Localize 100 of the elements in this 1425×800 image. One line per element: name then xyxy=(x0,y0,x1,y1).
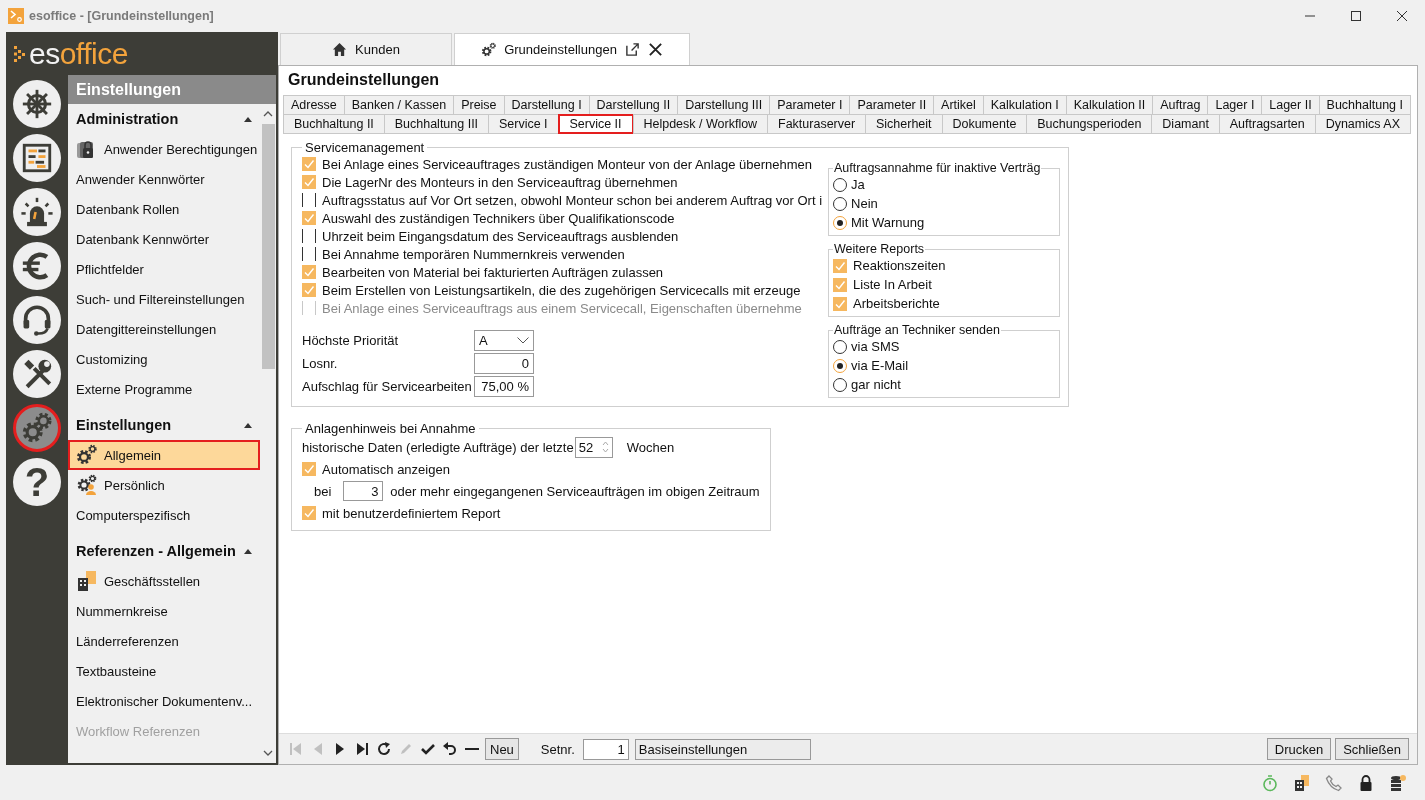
scroll-up-icon[interactable] xyxy=(263,111,273,117)
section-title[interactable]: Administration xyxy=(76,111,179,127)
sidebar-item[interactable]: Customizing xyxy=(68,344,260,374)
settings-tab[interactable]: Buchungsperioden xyxy=(1026,114,1153,134)
new-button[interactable]: Neu xyxy=(485,738,519,760)
text-field[interactable]: Basiseinstellungen xyxy=(634,738,811,760)
sidebar-item[interactable]: Computerspezifisch xyxy=(68,500,260,530)
settings-tab[interactable]: Parameter II xyxy=(849,95,935,115)
settings-tab[interactable]: Parameter I xyxy=(769,95,851,115)
scroll-down-icon[interactable] xyxy=(263,750,273,756)
collapse-icon[interactable] xyxy=(244,116,252,122)
settings-tab[interactable]: Artikel xyxy=(933,95,984,115)
maximize-icon[interactable] xyxy=(1350,10,1362,22)
siren-icon[interactable] xyxy=(13,188,61,236)
checkbox[interactable] xyxy=(302,247,316,261)
settings-tab[interactable]: Service II xyxy=(557,114,634,134)
number-field[interactable]: 0 xyxy=(474,352,534,374)
last-icon[interactable] xyxy=(354,741,370,757)
checkbox[interactable] xyxy=(302,175,316,189)
close-icon[interactable] xyxy=(1396,10,1408,22)
phone-icon[interactable] xyxy=(1325,773,1343,792)
helm-icon[interactable] xyxy=(13,80,61,128)
spin-field[interactable]: 52 xyxy=(574,436,613,458)
settings-tab[interactable]: Lager I xyxy=(1207,95,1263,115)
settings-tab[interactable]: Buchhaltung II xyxy=(283,114,385,134)
settings-tab[interactable]: Darstellung II xyxy=(588,95,679,115)
checkbox[interactable] xyxy=(302,283,316,297)
settings-tab[interactable]: Darstellung I xyxy=(503,95,590,115)
settings-tab[interactable]: Lager II xyxy=(1261,95,1320,115)
sidebar-item[interactable]: Geschäftsstellen xyxy=(68,566,260,596)
undo-icon[interactable] xyxy=(442,741,458,757)
board-icon[interactable] xyxy=(13,134,61,182)
database-icon[interactable] xyxy=(1389,773,1407,792)
gears-icon[interactable] xyxy=(13,404,61,452)
sidebar-item[interactable]: Datengittereinstellungen xyxy=(68,314,260,344)
checkbox[interactable] xyxy=(833,277,848,292)
checkbox[interactable] xyxy=(302,157,316,171)
sidebar-item[interactable]: Datenbank Kennwörter xyxy=(68,224,260,254)
checkbox-label: Liste In Arbeit xyxy=(853,277,932,292)
sidebar-item[interactable]: Textbausteine xyxy=(68,656,260,686)
section-title[interactable]: Referenzen - Allgemein xyxy=(76,543,236,559)
sidebar-item[interactable]: Pflichtfelder xyxy=(68,254,260,284)
checkbox[interactable] xyxy=(833,258,848,273)
sidebar-item[interactable]: Elektronischer Dokumentenv... xyxy=(68,686,260,716)
collapse-icon[interactable] xyxy=(244,548,252,554)
sidebar-item[interactable]: Datenbank Rollen xyxy=(68,194,260,224)
settings-tab[interactable]: Diamant xyxy=(1151,114,1220,134)
settings-tab[interactable]: Adresse xyxy=(283,95,345,115)
settings-tab[interactable]: Darstellung III xyxy=(677,95,771,115)
checkbox[interactable] xyxy=(833,296,848,311)
settings-tab[interactable]: Banken / Kassen xyxy=(343,95,455,115)
unit-label: Wochen xyxy=(626,439,675,455)
settings-tab[interactable]: Kalkulation I xyxy=(982,95,1067,115)
settings-tab[interactable]: Fakturaserver xyxy=(767,114,867,134)
popout-icon[interactable] xyxy=(624,42,640,57)
checkbox[interactable] xyxy=(302,193,316,207)
sidebar-item[interactable]: Allgemein xyxy=(68,440,260,470)
checkbox[interactable] xyxy=(302,265,316,279)
settings-tab[interactable]: Buchhaltung III xyxy=(383,114,490,134)
checkbox[interactable] xyxy=(302,462,316,476)
priority-dropdown[interactable]: A xyxy=(474,329,534,351)
action-button[interactable]: Schließen xyxy=(1335,738,1409,760)
settings-tab[interactable]: Helpdesk / Workflow xyxy=(632,114,769,134)
sidebar-item[interactable]: Länderreferenzen xyxy=(68,626,260,656)
number-field[interactable]: 75,00 % xyxy=(474,375,534,397)
checkbox[interactable] xyxy=(302,229,316,243)
sidebar-item[interactable]: Nummernkreise xyxy=(68,596,260,626)
building-icon[interactable] xyxy=(1293,773,1311,792)
check-icon[interactable] xyxy=(420,741,436,757)
settings-tab[interactable]: Auftrag xyxy=(1152,95,1209,115)
sidebar-item[interactable]: Anwender Berechtigungen xyxy=(68,134,260,164)
settings-tab[interactable]: Preise xyxy=(453,95,505,115)
settings-tab[interactable]: Auftragsarten xyxy=(1218,114,1316,134)
document-tab[interactable]: Grundeinstellungen xyxy=(454,33,690,65)
close-icon[interactable] xyxy=(647,42,663,57)
settings-tab[interactable]: Dynamics AX xyxy=(1314,114,1411,134)
checkbox[interactable] xyxy=(302,506,316,520)
refresh-icon[interactable] xyxy=(376,741,392,757)
scrollbar-thumb[interactable] xyxy=(261,124,275,369)
collapse-icon[interactable] xyxy=(244,422,252,428)
sidebar-item[interactable]: Anwender Kennwörter xyxy=(68,164,260,194)
checkbox[interactable] xyxy=(302,211,316,225)
number-field[interactable]: 1 xyxy=(582,738,629,760)
settings-tab[interactable]: Dokumente xyxy=(941,114,1028,134)
document-tab[interactable]: Kunden xyxy=(280,33,452,65)
sidebar-item[interactable]: Externe Programme xyxy=(68,374,260,404)
settings-tab[interactable]: Sicherheit xyxy=(865,114,943,134)
sidebar-item[interactable]: Persönlich xyxy=(68,470,260,500)
tools-icon[interactable] xyxy=(13,350,61,398)
action-button[interactable]: Drucken xyxy=(1266,738,1332,760)
settings-tab[interactable]: Service I xyxy=(488,114,559,134)
settings-tab[interactable]: Kalkulation II xyxy=(1065,95,1154,115)
settings-tab[interactable]: Buchhaltung I xyxy=(1318,95,1411,115)
chevron-icon[interactable] xyxy=(517,336,529,344)
euro-icon[interactable] xyxy=(13,242,61,290)
section-title[interactable]: Einstellungen xyxy=(76,417,172,433)
number-field[interactable]: 3 xyxy=(343,481,384,501)
help-button[interactable]: ? xyxy=(13,458,61,506)
sidebar-item[interactable]: Such- und Filtereinstellungen xyxy=(68,284,260,314)
headset-icon[interactable] xyxy=(13,296,61,344)
